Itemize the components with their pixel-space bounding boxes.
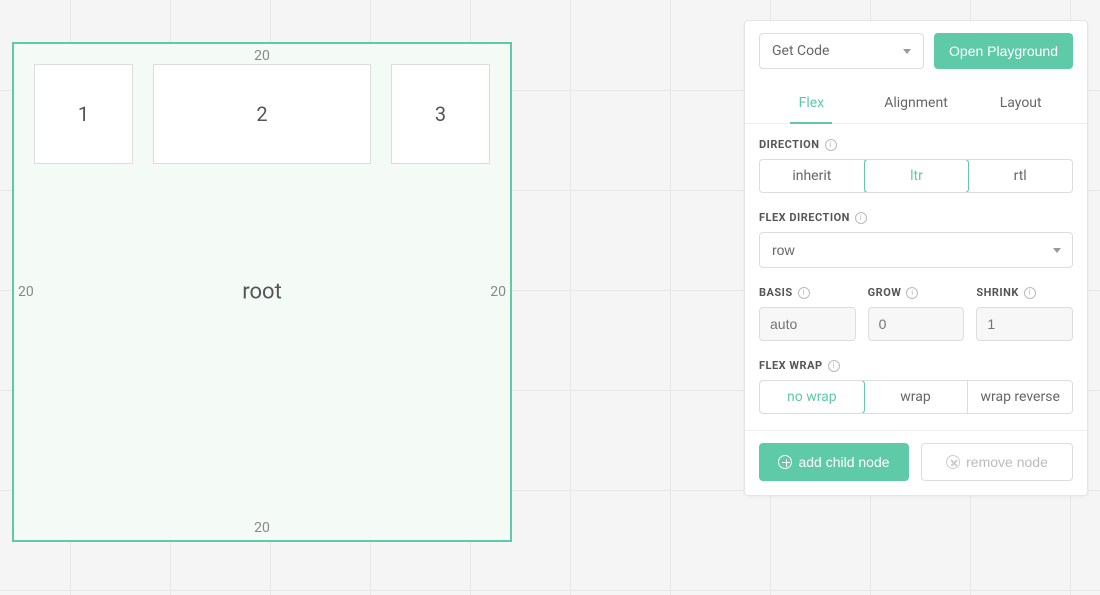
grow-input[interactable] [868,307,965,341]
root-node[interactable]: 20 20 20 20 root 1 2 3 [12,42,512,542]
shrink-input[interactable] [976,307,1073,341]
basis-col: BASIS i [759,286,856,341]
get-code-dropdown[interactable]: Get Code [759,33,924,69]
tabs: Flex Alignment Layout [745,83,1087,124]
info-icon[interactable]: i [828,360,840,372]
padding-left-label: 20 [18,284,34,300]
wrap-option-nowrap[interactable]: no wrap [759,380,865,414]
shrink-label: SHRINK i [976,286,1073,299]
child-node-2[interactable]: 2 [153,64,371,164]
grow-label-text: GROW [868,286,902,299]
wrap-option-wrap[interactable]: wrap [864,381,969,413]
open-playground-button[interactable]: Open Playground [934,33,1073,69]
direction-label: DIRECTION i [759,138,1073,151]
basis-label-text: BASIS [759,286,793,299]
add-child-label: add child node [798,454,889,470]
flex-panel: DIRECTION i inherit ltr rtl FLEX DIRECTI… [745,124,1087,430]
tab-flex[interactable]: Flex [759,83,864,123]
grow-col: GROW i [868,286,965,341]
child-label: 1 [78,102,89,126]
direction-option-ltr[interactable]: ltr [864,159,970,193]
flex-direction-select-wrap: row [759,232,1073,268]
flex-direction-label-text: FLEX DIRECTION [759,211,850,224]
remove-node-label: remove node [966,454,1048,470]
direction-label-text: DIRECTION [759,138,820,151]
panel-toolbar: Get Code Open Playground [745,21,1087,83]
padding-top-label: 20 [254,48,270,64]
info-icon[interactable]: i [855,212,867,224]
get-code-label: Get Code [772,43,829,59]
shrink-col: SHRINK i [976,286,1073,341]
direction-segmented: inherit ltr rtl [759,159,1073,193]
tab-layout[interactable]: Layout [968,83,1073,123]
flex-direction-label: FLEX DIRECTION i [759,211,1073,224]
child-label: 2 [256,102,267,126]
bgs-row: BASIS i GROW i SHRINK i [759,286,1073,341]
tab-alignment[interactable]: Alignment [864,83,969,123]
flex-direction-select[interactable]: row [759,232,1073,268]
remove-node-button: remove node [921,443,1073,481]
child-node-1[interactable]: 1 [34,64,133,164]
layout-canvas[interactable]: 20 20 20 20 root 1 2 3 [12,42,516,546]
chevron-down-icon [903,49,911,54]
info-icon[interactable]: i [906,287,918,299]
properties-panel: Get Code Open Playground Flex Alignment … [744,20,1088,496]
child-label: 3 [435,102,446,126]
padding-right-label: 20 [490,284,506,300]
direction-option-rtl[interactable]: rtl [968,160,1072,192]
direction-option-inherit[interactable]: inherit [760,160,865,192]
shrink-label-text: SHRINK [976,286,1019,299]
flex-wrap-label-text: FLEX WRAP [759,359,823,372]
wrap-option-wrap-reverse[interactable]: wrap reverse [968,381,1072,413]
info-icon[interactable]: i [798,287,810,299]
flex-wrap-segmented: no wrap wrap wrap reverse [759,380,1073,414]
info-icon[interactable]: i [1024,287,1036,299]
panel-actions: add child node remove node [745,430,1087,495]
info-icon[interactable]: i [825,139,837,151]
flex-wrap-label: FLEX WRAP i [759,359,1073,372]
grow-label: GROW i [868,286,965,299]
root-node-label: root [242,280,282,305]
padding-bottom-label: 20 [254,520,270,536]
child-node-3[interactable]: 3 [391,64,490,164]
basis-label: BASIS i [759,286,856,299]
basis-input[interactable] [759,307,856,341]
add-child-button[interactable]: add child node [759,443,909,481]
x-circle-icon [946,455,960,469]
plus-circle-icon [778,455,792,469]
